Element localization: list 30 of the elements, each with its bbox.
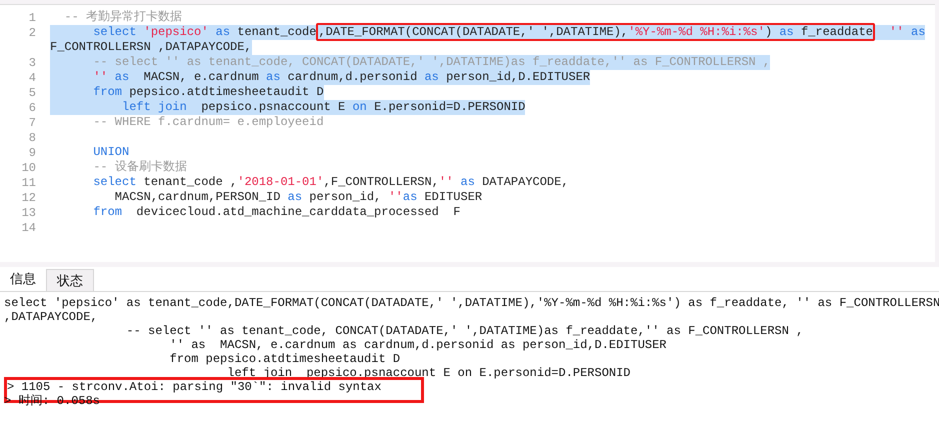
line-number: 13 [20, 206, 36, 220]
code-line: UNION [92, 145, 130, 160]
line-number: 9 [28, 146, 36, 160]
code-editor[interactable] [0, 4, 935, 262]
code-line: MACSN,cardnum,PERSON_ID as person_id, ''as EDITUSER [114, 190, 482, 205]
line-number: 3 [28, 56, 36, 70]
code-line: -- 设备刷卡数据 [92, 160, 187, 175]
line-number: 4 [28, 70, 36, 84]
line-number: 12 [20, 190, 36, 204]
code-line: -- 考勤异常打卡数据 [63, 10, 182, 25]
output-line: from pepsico.atdtimesheetaudit D [168, 352, 402, 366]
highlight-frame: ,DATE_FORMAT(CONCAT(DATADATE,' ',DATATIME),'%Y-%m-%d %H:%i:%s') as f_readdate [316, 23, 875, 41]
line-number: 6 [28, 100, 36, 114]
line-number: 11 [20, 176, 36, 190]
code-line: select tenant_code ,'2018-01-01',F_CONTROLLERSN,'' as DATAPAYCODE, [92, 175, 569, 190]
line-number: 5 [28, 86, 36, 100]
line-number: 10 [20, 160, 36, 174]
output-line: '' as MACSN, e.cardnum as cardnum,d.personid as person_id,D.EDITUSER [168, 338, 668, 352]
code-line: -- WHERE f.cardnum= e.employeeid [92, 115, 324, 130]
output-line: > 时间: 0.058s [4, 394, 102, 408]
line-number: 1 [28, 10, 36, 24]
line-number: 8 [28, 130, 36, 144]
output-line: ,DATAPAYCODE, [4, 310, 99, 324]
line-number: 14 [20, 220, 36, 234]
code-line: from devicecloud.atd_machine_carddata_processed F [92, 205, 460, 220]
output-line: -- select '' as tenant_code, CONCAT(DATADATE,' ',DATATIME)as f_readdate,'' as F_CONTROLLERSN , [125, 324, 804, 338]
line-number: 2 [28, 26, 36, 40]
line-number: 7 [28, 116, 36, 130]
tab[interactable]: 状态 [46, 269, 94, 291]
output-line: select 'pepsico' as tenant_code,DATE_FORMAT(CONCAT(DATADATE,' ',DATATIME),'%Y-%m-%d %H:%i:%s') as f_readdate, '' as F_CONTROLLERSN [4, 296, 939, 310]
